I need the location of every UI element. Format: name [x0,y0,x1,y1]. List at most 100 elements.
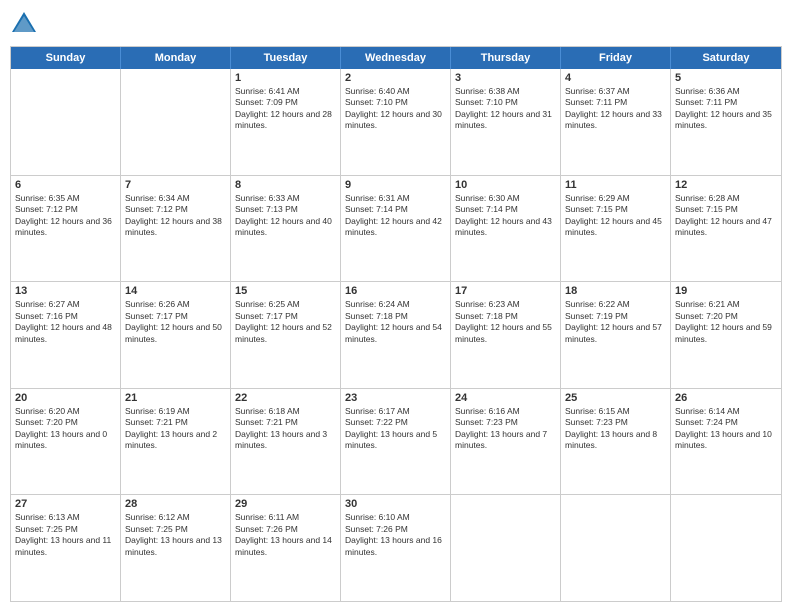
day-info: Sunrise: 6:23 AM Sunset: 7:18 PM Dayligh… [455,299,556,345]
cal-cell: 13 Sunrise: 6:27 AM Sunset: 7:16 PM Dayli… [11,282,121,388]
day-info: Sunrise: 6:10 AM Sunset: 7:26 PM Dayligh… [345,512,446,558]
day-number: 12 [675,179,777,191]
day-info: Sunrise: 6:30 AM Sunset: 7:14 PM Dayligh… [455,193,556,239]
day-number: 9 [345,179,446,191]
day-info: Sunrise: 6:37 AM Sunset: 7:11 PM Dayligh… [565,86,666,132]
day-number: 14 [125,285,226,297]
cal-cell: 24 Sunrise: 6:16 AM Sunset: 7:23 PM Dayli… [451,389,561,495]
cal-cell: 29 Sunrise: 6:11 AM Sunset: 7:26 PM Dayli… [231,495,341,601]
day-info: Sunrise: 6:15 AM Sunset: 7:23 PM Dayligh… [565,406,666,452]
day-number: 3 [455,72,556,84]
page: SundayMondayTuesdayWednesdayThursdayFrid… [0,0,792,612]
cal-cell: 23 Sunrise: 6:17 AM Sunset: 7:22 PM Dayli… [341,389,451,495]
day-number: 24 [455,392,556,404]
cal-cell: 30Sunrise: 6:10 AM Sunset: 7:26 PM Dayli… [341,495,451,601]
calendar-header: SundayMondayTuesdayWednesdayThursdayFrid… [11,47,781,69]
cal-cell: 1 Sunrise: 6:41 AM Sunset: 7:09 PM Daylig… [231,69,341,175]
day-number: 10 [455,179,556,191]
day-number: 26 [675,392,777,404]
day-info: Sunrise: 6:27 AM Sunset: 7:16 PM Dayligh… [15,299,116,345]
day-number: 15 [235,285,336,297]
cal-cell: 28 Sunrise: 6:12 AM Sunset: 7:25 PM Dayli… [121,495,231,601]
cal-cell: 16Sunrise: 6:24 AM Sunset: 7:18 PM Dayli… [341,282,451,388]
day-number: 25 [565,392,666,404]
day-info: Sunrise: 6:11 AM Sunset: 7:26 PM Dayligh… [235,512,336,558]
day-number: 2 [345,72,446,84]
day-number: 27 [15,498,116,510]
header-day-thursday: Thursday [451,47,561,69]
cal-cell: 19Sunrise: 6:21 AM Sunset: 7:20 PM Dayli… [671,282,781,388]
day-info: Sunrise: 6:36 AM Sunset: 7:11 PM Dayligh… [675,86,777,132]
day-info: Sunrise: 6:17 AM Sunset: 7:22 PM Dayligh… [345,406,446,452]
logo-icon [10,10,38,38]
cal-cell: 15 Sunrise: 6:25 AM Sunset: 7:17 PM Dayli… [231,282,341,388]
day-info: Sunrise: 6:22 AM Sunset: 7:19 PM Dayligh… [565,299,666,345]
cal-cell [671,495,781,601]
header-day-friday: Friday [561,47,671,69]
cal-cell: 21 Sunrise: 6:19 AM Sunset: 7:21 PM Dayli… [121,389,231,495]
day-number: 22 [235,392,336,404]
header-day-tuesday: Tuesday [231,47,341,69]
day-info: Sunrise: 6:20 AM Sunset: 7:20 PM Dayligh… [15,406,116,452]
day-number: 23 [345,392,446,404]
cal-cell [561,495,671,601]
day-info: Sunrise: 6:19 AM Sunset: 7:21 PM Dayligh… [125,406,226,452]
day-number: 17 [455,285,556,297]
day-number: 16 [345,285,446,297]
day-info: Sunrise: 6:25 AM Sunset: 7:17 PM Dayligh… [235,299,336,345]
cal-cell: 2 Sunrise: 6:40 AM Sunset: 7:10 PM Daylig… [341,69,451,175]
day-info: Sunrise: 6:13 AM Sunset: 7:25 PM Dayligh… [15,512,116,558]
calendar: SundayMondayTuesdayWednesdayThursdayFrid… [10,46,782,602]
day-info: Sunrise: 6:14 AM Sunset: 7:24 PM Dayligh… [675,406,777,452]
cal-cell: 4 Sunrise: 6:37 AM Sunset: 7:11 PM Daylig… [561,69,671,175]
week-row-3: 13 Sunrise: 6:27 AM Sunset: 7:16 PM Dayli… [11,282,781,389]
cal-cell [121,69,231,175]
cal-cell: 25 Sunrise: 6:15 AM Sunset: 7:23 PM Dayli… [561,389,671,495]
cal-cell: 20 Sunrise: 6:20 AM Sunset: 7:20 PM Dayli… [11,389,121,495]
cal-cell: 12Sunrise: 6:28 AM Sunset: 7:15 PM Dayli… [671,176,781,282]
cal-cell: 9 Sunrise: 6:31 AM Sunset: 7:14 PM Daylig… [341,176,451,282]
day-number: 29 [235,498,336,510]
day-info: Sunrise: 6:29 AM Sunset: 7:15 PM Dayligh… [565,193,666,239]
day-number: 6 [15,179,116,191]
day-number: 11 [565,179,666,191]
cal-cell: 10 Sunrise: 6:30 AM Sunset: 7:14 PM Dayli… [451,176,561,282]
header-day-wednesday: Wednesday [341,47,451,69]
day-info: Sunrise: 6:12 AM Sunset: 7:25 PM Dayligh… [125,512,226,558]
day-info: Sunrise: 6:33 AM Sunset: 7:13 PM Dayligh… [235,193,336,239]
day-number: 20 [15,392,116,404]
header [10,10,782,38]
day-info: Sunrise: 6:31 AM Sunset: 7:14 PM Dayligh… [345,193,446,239]
day-number: 19 [675,285,777,297]
cal-cell: 7 Sunrise: 6:34 AM Sunset: 7:12 PM Daylig… [121,176,231,282]
day-number: 8 [235,179,336,191]
cal-cell: 14 Sunrise: 6:26 AM Sunset: 7:17 PM Dayli… [121,282,231,388]
header-day-monday: Monday [121,47,231,69]
day-info: Sunrise: 6:38 AM Sunset: 7:10 PM Dayligh… [455,86,556,132]
cal-cell: 18 Sunrise: 6:22 AM Sunset: 7:19 PM Dayli… [561,282,671,388]
day-info: Sunrise: 6:40 AM Sunset: 7:10 PM Dayligh… [345,86,446,132]
day-number: 1 [235,72,336,84]
day-info: Sunrise: 6:26 AM Sunset: 7:17 PM Dayligh… [125,299,226,345]
day-number: 21 [125,392,226,404]
cal-cell: 27 Sunrise: 6:13 AM Sunset: 7:25 PM Dayli… [11,495,121,601]
day-number: 7 [125,179,226,191]
day-info: Sunrise: 6:41 AM Sunset: 7:09 PM Dayligh… [235,86,336,132]
week-row-5: 27 Sunrise: 6:13 AM Sunset: 7:25 PM Dayli… [11,495,781,601]
header-day-saturday: Saturday [671,47,781,69]
day-number: 28 [125,498,226,510]
day-number: 4 [565,72,666,84]
day-info: Sunrise: 6:35 AM Sunset: 7:12 PM Dayligh… [15,193,116,239]
header-day-sunday: Sunday [11,47,121,69]
calendar-body: 1 Sunrise: 6:41 AM Sunset: 7:09 PM Daylig… [11,69,781,601]
logo [10,10,42,38]
cal-cell: 6 Sunrise: 6:35 AM Sunset: 7:12 PM Daylig… [11,176,121,282]
cal-cell: 5Sunrise: 6:36 AM Sunset: 7:11 PM Daylig… [671,69,781,175]
cal-cell: 22Sunrise: 6:18 AM Sunset: 7:21 PM Dayli… [231,389,341,495]
day-info: Sunrise: 6:34 AM Sunset: 7:12 PM Dayligh… [125,193,226,239]
day-number: 18 [565,285,666,297]
cal-cell: 26 Sunrise: 6:14 AM Sunset: 7:24 PM Dayli… [671,389,781,495]
day-number: 13 [15,285,116,297]
cal-cell [451,495,561,601]
day-info: Sunrise: 6:16 AM Sunset: 7:23 PM Dayligh… [455,406,556,452]
